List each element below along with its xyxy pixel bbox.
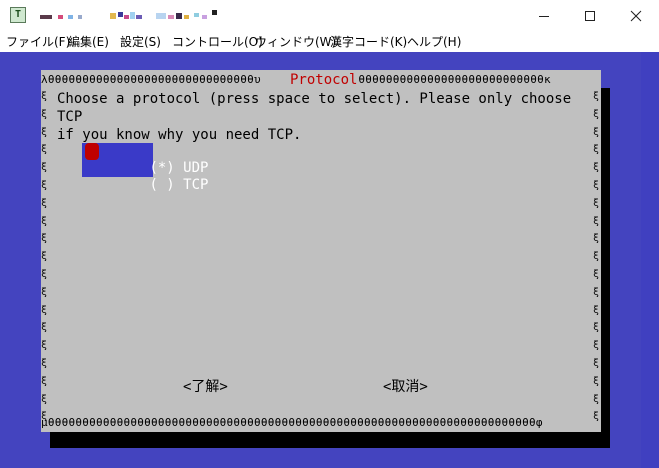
option-tcp-mark[interactable]: ( ) — [149, 177, 174, 193]
app-icon[interactable]: T — [10, 7, 26, 23]
dialog-border-left: ξ ξ ξ ξ ξ ξ ξ ξ ξ ξ ξ ξ ξ ξ ξ ξ ξ ξ ξ — [41, 91, 48, 423]
title-bar: T — [0, 0, 659, 31]
close-icon — [630, 10, 642, 21]
window-title-redacted — [36, 10, 226, 22]
menu-help[interactable]: ヘルプ(H) — [407, 33, 461, 50]
option-tcp[interactable]: ( ) TCP — [82, 160, 208, 193]
dialog-border-right: ξ ξ ξ ξ ξ ξ ξ ξ ξ ξ ξ ξ ξ ξ ξ ξ ξ ξ ξ — [593, 91, 600, 423]
dialog-border-top-right: τθθθθθθθθθθθθθθθθθθθθθθθθθθθθθθκ — [330, 73, 551, 86]
menu-control[interactable]: コントロール(O) — [172, 33, 263, 50]
maximize-button[interactable] — [567, 0, 613, 31]
dialog-title: Protocol — [288, 70, 360, 90]
menu-kanji-code[interactable]: 漢字コード(K) — [330, 33, 407, 50]
dialog-border-top-left: λθθθθθθθθθθθθθθθθθθθθθθθθθθθθθθυ — [41, 73, 261, 86]
dialog-prompt: Choose a protocol (press space to select… — [57, 91, 572, 143]
ok-button[interactable]: <了解> — [183, 377, 228, 397]
close-button[interactable] — [613, 0, 659, 31]
menu-bar: ファイル(F) 編集(E) 設定(S) コントロール(O) ウィンドウ(W) 漢… — [0, 31, 659, 51]
minimize-button[interactable] — [521, 0, 567, 31]
menu-settings[interactable]: 設定(S) — [120, 33, 161, 50]
dialog-border-bottom: μθθθθθθθθθθθθθθθθθθθθθθθθθθθθθθθθθθθθθθθ… — [41, 416, 543, 429]
terminal-area[interactable]: λθθθθθθθθθθθθθθθθθθθθθθθθθθθθθθυ τθθθθθθθ… — [0, 52, 659, 468]
maximize-icon — [585, 10, 595, 21]
protocol-dialog: λθθθθθθθθθθθθθθθθθθθθθθθθθθθθθθυ τθθθθθθθ… — [41, 70, 601, 432]
minimize-icon — [539, 15, 549, 17]
option-udp-mark[interactable]: (*) — [149, 160, 174, 176]
protocol-options: (*) UDP ( ) TCP — [82, 143, 208, 193]
selection-cursor — [85, 143, 99, 160]
cancel-button[interactable]: <取消> — [383, 377, 428, 397]
terminal-scrollbar[interactable] — [641, 52, 659, 468]
option-udp[interactable]: (*) UDP — [82, 143, 208, 176]
dialog-shadow-bottom — [50, 430, 610, 448]
menu-file[interactable]: ファイル(F) — [6, 33, 70, 50]
menu-window[interactable]: ウィンドウ(W) — [255, 33, 336, 50]
option-udp-label: UDP — [183, 160, 209, 176]
menu-edit[interactable]: 編集(E) — [68, 33, 109, 50]
option-tcp-label: TCP — [183, 177, 209, 193]
